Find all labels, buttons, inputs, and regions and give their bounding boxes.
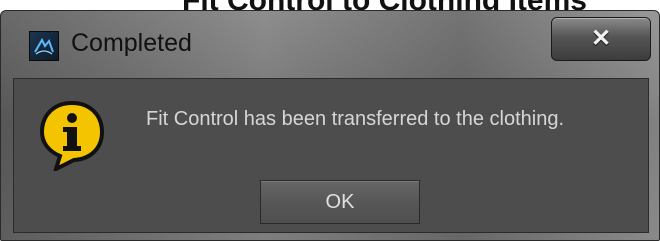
dialog-title: Completed bbox=[71, 29, 192, 57]
close-button[interactable]: ✕ bbox=[551, 17, 651, 61]
info-icon bbox=[38, 99, 106, 173]
ok-button-label: OK bbox=[325, 190, 355, 213]
title-bar[interactable]: Completed ✕ bbox=[1, 11, 659, 77]
ok-button[interactable]: OK bbox=[260, 180, 420, 224]
dialog-window: Completed ✕ Fit Control has been transfe… bbox=[0, 10, 660, 241]
app-icon bbox=[29, 31, 59, 61]
dialog-message: Fit Control has been transferred to the … bbox=[146, 108, 565, 130]
dialog-content: Fit Control has been transferred to the … bbox=[13, 78, 649, 233]
close-icon: ✕ bbox=[590, 25, 612, 52]
